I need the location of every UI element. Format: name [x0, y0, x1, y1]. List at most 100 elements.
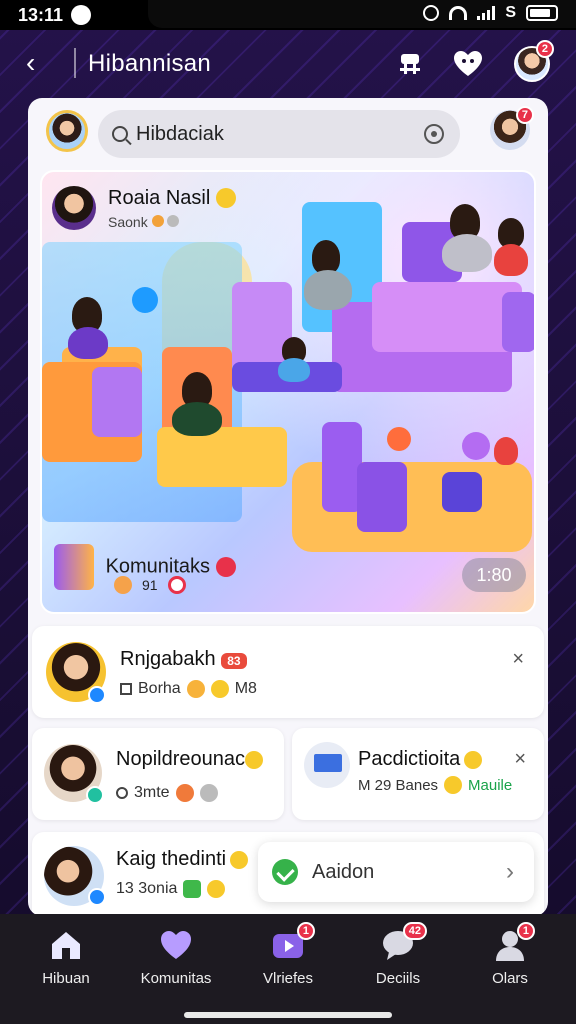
video-icon: 1	[271, 922, 315, 962]
coin-icon	[151, 214, 164, 227]
list-item[interactable]: Nopildreounac 3mte	[32, 728, 284, 820]
community-icon	[159, 928, 193, 962]
nav-label: Deciils	[375, 970, 421, 987]
author-subtitle: Saonk	[108, 213, 148, 230]
search-icon	[112, 126, 128, 142]
clock-icon	[167, 214, 180, 227]
profile-badge: 2	[535, 40, 554, 58]
sync-icon	[71, 5, 92, 25]
list-item[interactable]: Pacdictioita × M 29 Banes Mauile	[292, 728, 544, 820]
bottom-nav: Hibuan Komunitas 1 Vlriefes 42 Deciils 1…	[0, 914, 576, 1024]
search-input[interactable]: Hibdaciak	[98, 110, 460, 158]
item-meta-text: M 29 Banes	[358, 776, 439, 794]
feed-sheet: Hibdaciak 7 Roaia Nasil Saonk Komunitaks…	[28, 98, 548, 916]
live-icon	[215, 557, 236, 577]
back-icon[interactable]: ‹	[26, 49, 48, 77]
verified-icon	[88, 686, 106, 704]
friend-badge: 7	[515, 106, 534, 124]
reaction-count: 91	[142, 577, 158, 593]
author-name: Roaia Nasil	[108, 186, 211, 209]
music-stand-icon[interactable]	[394, 48, 426, 80]
community-label[interactable]: Komunitaks	[106, 555, 211, 577]
add-button[interactable]: Aaidon ›	[258, 842, 534, 902]
item-meta-extra: Mauile	[468, 776, 513, 794]
carrier-label: S	[505, 4, 516, 21]
list-item[interactable]: Rnjgabakh 83 Borha M8 ×	[32, 626, 544, 718]
item-meta-extra: M8	[234, 680, 257, 697]
dismiss-button[interactable]: ×	[512, 648, 524, 671]
community-icon	[54, 544, 94, 590]
dismiss-button[interactable]: ×	[514, 748, 526, 771]
calendar-icon	[120, 683, 132, 695]
count-tag: 83	[221, 653, 247, 669]
more-icon[interactable]	[199, 784, 218, 802]
hero-author[interactable]: Roaia Nasil Saonk	[52, 186, 237, 230]
wifi-icon	[449, 6, 468, 20]
verified-icon	[88, 888, 106, 906]
author-avatar[interactable]	[52, 186, 96, 230]
chat-icon: 42	[381, 922, 427, 962]
item-meta-text: Borha	[138, 680, 181, 697]
smile-emoji-icon	[210, 680, 229, 698]
videos-badge: 1	[296, 922, 315, 940]
nav-item-community[interactable]: Komunitas	[126, 928, 226, 987]
nav-item-home[interactable]: Hibuan	[16, 928, 116, 987]
add-button-label: Aaidon	[312, 860, 375, 883]
nav-label: Olars	[492, 970, 528, 987]
page-title: Hibannisan	[88, 50, 212, 77]
share-icon[interactable]	[167, 576, 186, 594]
smile-emoji-icon	[207, 880, 226, 898]
nav-label: Hibuan	[42, 970, 90, 987]
nav-item-videos[interactable]: 1 Vlriefes	[238, 922, 338, 987]
profile-nav-badge: 1	[516, 922, 535, 940]
hero-footer: Komunitaks 91	[54, 544, 236, 594]
home-icon	[49, 928, 83, 962]
scan-icon[interactable]	[424, 124, 444, 144]
nav-label: Komunitas	[140, 970, 212, 987]
item-title: Pacdictioita	[358, 748, 461, 770]
nav-label: Vlriefes	[262, 970, 314, 987]
messages-badge: 42	[402, 922, 427, 940]
heart-icon[interactable]	[452, 48, 484, 80]
status-time: 13:11	[18, 4, 64, 25]
tag-icon	[183, 880, 202, 898]
reaction-icon	[114, 576, 132, 594]
search-text: Hibdaciak	[136, 122, 224, 145]
status-bar: 13:11 S	[0, 0, 576, 30]
monitor-icon	[314, 754, 342, 772]
fire-icon	[175, 784, 194, 802]
item-meta-text: 13 3onia	[116, 880, 178, 897]
item-meta: M 29 Banes Mauile	[358, 776, 512, 794]
item-meta-text: 3mte	[134, 784, 170, 801]
user-avatar[interactable]	[46, 110, 88, 152]
item-meta: 3mte	[116, 784, 218, 802]
smile-emoji-icon	[244, 750, 263, 769]
app-header: ‹ Hibannisan 2	[0, 38, 576, 90]
smile-emoji-icon	[230, 850, 249, 869]
nav-item-messages[interactable]: 42 Deciils	[348, 922, 448, 987]
item-meta: 13 3onia	[116, 880, 226, 898]
item-title: Nopildreounac	[116, 748, 245, 770]
item-title: Kaig thedinti	[116, 848, 227, 870]
battery-icon	[526, 5, 558, 21]
header-divider	[74, 48, 76, 78]
clock-icon	[116, 787, 128, 799]
signal-icon	[477, 6, 496, 20]
nav-item-profile[interactable]: 1 Olars	[460, 922, 560, 987]
item-meta: Borha M8	[120, 680, 257, 698]
smile-emoji-icon	[186, 680, 205, 698]
profile-icon: 1	[493, 922, 535, 962]
smile-emoji-icon	[216, 188, 237, 209]
chevron-right-icon: ›	[506, 858, 514, 885]
check-icon	[272, 859, 298, 885]
home-indicator	[184, 1012, 392, 1018]
hero-card[interactable]: Roaia Nasil Saonk Komunitaks 91 1:80	[40, 170, 536, 614]
status-icons: S	[423, 4, 558, 22]
search-row: Hibdaciak 7	[28, 106, 548, 162]
bell-icon	[444, 776, 463, 794]
smile-emoji-icon	[464, 750, 483, 769]
item-title: Rnjgabakh	[120, 648, 216, 670]
duration-badge: 1:80	[462, 558, 526, 592]
alarm-icon	[423, 5, 440, 21]
verified-icon	[86, 786, 104, 804]
